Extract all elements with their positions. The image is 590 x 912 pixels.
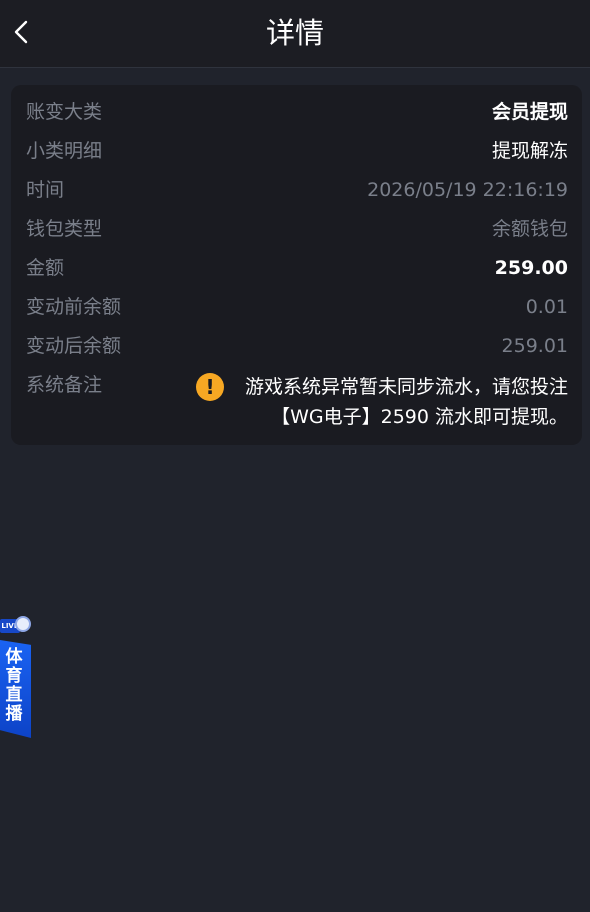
detail-value: 259.00	[494, 257, 568, 279]
detail-label: 金额	[26, 257, 65, 279]
detail-value: 提现解冻	[491, 140, 568, 162]
detail-label: 变动前余额	[26, 296, 122, 318]
detail-row-subcategory: 小类明细 提现解冻	[26, 136, 568, 166]
detail-value: 会员提现	[491, 101, 568, 123]
football-icon	[15, 616, 31, 632]
remark-text: 游戏系统异常暂未同步流水，请您投注【WG电子】2590 流水即可提现。	[244, 376, 568, 428]
detail-label: 系统备注	[26, 374, 103, 396]
detail-card: 账变大类 会员提现 小类明细 提现解冻 时间 2026/05/19 22:16:…	[11, 85, 582, 445]
detail-label: 钱包类型	[26, 218, 103, 240]
detail-label: 小类明细	[26, 140, 103, 162]
detail-row-time: 时间 2026/05/19 22:16:19	[26, 175, 568, 205]
detail-label: 时间	[26, 179, 65, 201]
top-bar: 详情	[0, 0, 590, 68]
sports-live-banner: 体育直播	[0, 640, 31, 738]
detail-row-wallet-type: 钱包类型 余额钱包	[26, 214, 568, 244]
detail-row-balance-after: 变动后余额 259.01	[26, 331, 568, 361]
warning-icon: !	[196, 373, 224, 401]
page-title: 详情	[265, 16, 324, 50]
detail-row-category: 账变大类 会员提现	[26, 97, 568, 127]
detail-value: 259.01	[501, 335, 568, 357]
detail-label: 变动后余额	[26, 335, 122, 357]
detail-value: 2026/05/19 22:16:19	[367, 179, 568, 201]
detail-row-amount: 金额 259.00	[26, 253, 568, 283]
sports-live-label: 体育直播	[5, 647, 23, 724]
detail-row-balance-before: 变动前余额 0.01	[26, 292, 568, 322]
detail-value: 余额钱包	[491, 218, 568, 240]
detail-value: 0.01	[525, 296, 568, 318]
detail-label: 账变大类	[26, 101, 103, 123]
sports-live-badge[interactable]: LIVE 体育直播	[0, 616, 34, 738]
